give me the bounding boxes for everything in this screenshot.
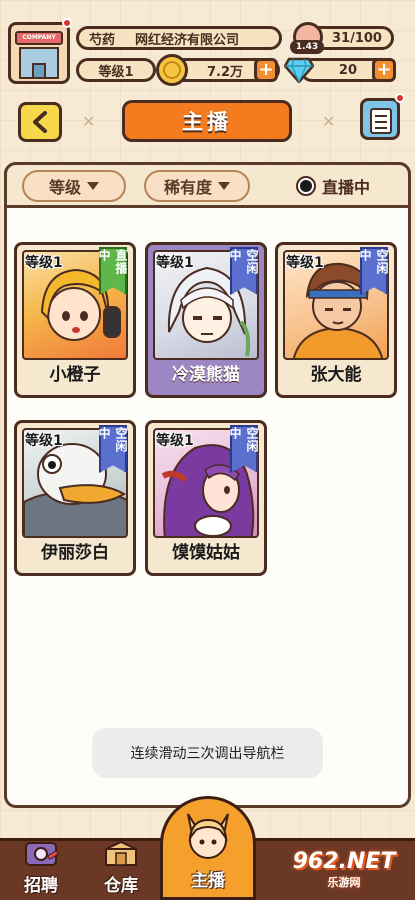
- anchor-name: 小橙子: [49, 365, 101, 385]
- company-name: 网红经济有限公司: [135, 32, 240, 48]
- nav-recruit[interactable]: 招聘: [6, 838, 76, 900]
- nav-warehouse[interactable]: 仓库: [86, 838, 156, 900]
- site-watermark: 962.NET 乐游网: [276, 845, 412, 893]
- watermark-brand: 962.NET: [292, 848, 396, 874]
- rarity-filter-dropdown[interactable]: 稀有度: [144, 170, 250, 202]
- diamond-icon: [284, 57, 314, 83]
- anchor-level: 等级1: [286, 255, 324, 271]
- company-sign: COMPANY: [15, 31, 63, 45]
- notification-dot: [62, 18, 72, 28]
- rarity-filter-label: 稀有度: [163, 178, 212, 197]
- add-money-button[interactable]: +: [254, 58, 278, 82]
- anchor-card[interactable]: 等级1 空闲中 冷漠熊猫: [145, 242, 267, 398]
- radio-icon: [296, 176, 316, 196]
- fans-level-badge: 1.43: [290, 40, 324, 54]
- company-level-label: 等级1: [98, 64, 134, 80]
- company-level: 等级1: [76, 58, 156, 82]
- nav-anchor-label: 主播: [191, 871, 225, 891]
- level-filter-dropdown[interactable]: 等级: [22, 170, 126, 202]
- anchor-card[interactable]: 等级1 直播中 小橙子: [14, 242, 136, 398]
- add-gems-button[interactable]: +: [372, 58, 396, 82]
- chevron-down-icon: [218, 182, 230, 190]
- notification-dot: [395, 93, 405, 103]
- fans-value: 31/100: [332, 30, 382, 46]
- nav-warehouse-label: 仓库: [104, 876, 138, 896]
- anchor-name: 张大能: [310, 365, 362, 385]
- money-value: 7.2万: [206, 64, 243, 80]
- company-icon[interactable]: COMPANY: [8, 22, 70, 84]
- background-decoration: ✕: [322, 112, 336, 131]
- task-list-button[interactable]: [360, 98, 400, 140]
- back-button[interactable]: [18, 102, 62, 142]
- clipboard-icon: [370, 108, 392, 134]
- warehouse-box-icon: [105, 840, 137, 866]
- page-title: 主播: [122, 100, 292, 142]
- gem-value: 20: [338, 62, 357, 78]
- anchor-name: 馍馍姑姑: [172, 543, 240, 563]
- coin-icon: [156, 54, 188, 86]
- live-filter-label: 直播中: [322, 178, 371, 197]
- anchor-level: 等级1: [25, 255, 63, 271]
- anchor-card[interactable]: 等级1 空闲中 伊丽莎白: [14, 420, 136, 576]
- company-name-pill: 芍药 网红经济有限公司: [76, 26, 282, 50]
- live-filter-toggle[interactable]: 直播中: [296, 170, 370, 202]
- owner-name: 芍药: [89, 32, 116, 48]
- anchor-card[interactable]: 等级1 空闲中 张大能: [275, 242, 397, 398]
- anchor-level: 等级1: [156, 255, 194, 271]
- anchor-avatar-icon: [187, 813, 229, 859]
- background-decoration: ✕: [82, 112, 96, 131]
- chevron-down-icon: [87, 182, 99, 190]
- toast-message: 连续滑动三次调出导航栏: [92, 728, 323, 778]
- anchor-name: 伊丽莎白: [41, 543, 109, 563]
- anchor-card[interactable]: 等级1 空闲中 馍馍姑姑: [145, 420, 267, 576]
- nav-recruit-label: 招聘: [24, 876, 58, 896]
- anchor-level: 等级1: [156, 433, 194, 449]
- anchor-level: 等级1: [25, 433, 63, 449]
- level-filter-label: 等级: [48, 178, 81, 197]
- chevron-left-icon: [33, 111, 47, 133]
- door-icon: [32, 63, 46, 79]
- nav-anchor[interactable]: 主播: [160, 796, 256, 900]
- recruit-icon: [25, 842, 60, 866]
- anchor-name: 冷漠熊猫: [172, 365, 240, 385]
- watermark-sub: 乐游网: [327, 875, 361, 889]
